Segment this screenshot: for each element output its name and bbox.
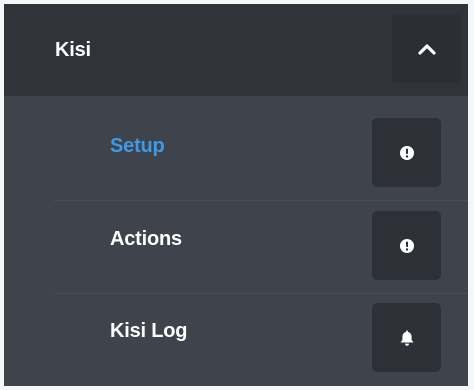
- menu-item-label[interactable]: Kisi Log: [110, 319, 187, 343]
- collapse-toggle-button[interactable]: [392, 14, 461, 83]
- menu-item-label[interactable]: Actions: [110, 227, 182, 251]
- actions-alert-button[interactable]: [372, 211, 441, 280]
- menu-item-label[interactable]: Setup: [110, 134, 165, 158]
- menu-item-actions[interactable]: Actions: [4, 193, 468, 285]
- kisi-menu-panel: Kisi Setup Actions Kisi Log: [4, 4, 468, 386]
- menu-item-kisi-log[interactable]: Kisi Log: [4, 285, 468, 377]
- menu-item-setup[interactable]: Setup: [4, 100, 468, 192]
- bell-icon: [400, 330, 413, 346]
- exclamation-circle-icon: [399, 145, 414, 160]
- menu-header[interactable]: Kisi: [4, 4, 468, 96]
- menu-header-title: Kisi: [55, 39, 91, 61]
- chevron-up-icon: [417, 43, 436, 55]
- exclamation-circle-icon: [399, 238, 414, 253]
- setup-alert-button[interactable]: [372, 118, 441, 187]
- kisi-log-notification-button[interactable]: [372, 303, 441, 372]
